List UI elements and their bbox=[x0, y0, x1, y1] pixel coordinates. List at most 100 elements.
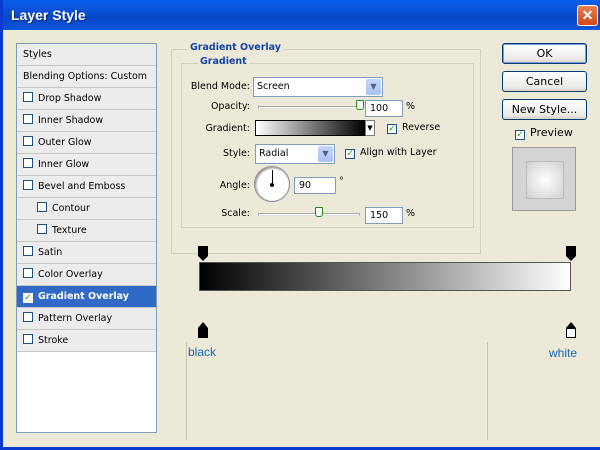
checkbox-icon[interactable] bbox=[23, 114, 33, 124]
preview-check-icon: ✓ bbox=[515, 130, 525, 140]
color-stop-black-swatch bbox=[198, 328, 208, 338]
ok-button[interactable]: OK bbox=[502, 43, 587, 64]
style-value: Radial bbox=[259, 148, 289, 159]
style-item-pattern-overlay[interactable]: Pattern Overlay bbox=[17, 308, 156, 330]
scale-slider-thumb[interactable] bbox=[315, 207, 324, 217]
checkbox-icon[interactable] bbox=[23, 158, 33, 168]
opacity-stop-left-pointer bbox=[198, 256, 208, 261]
angle-center-dot bbox=[270, 183, 274, 187]
style-item-inner-shadow[interactable]: Inner Shadow bbox=[17, 110, 156, 132]
style-item-drop-shadow[interactable]: Drop Shadow bbox=[17, 88, 156, 110]
reverse-check-icon: ✓ bbox=[387, 124, 397, 134]
opacity-label: Opacity: bbox=[210, 101, 250, 112]
chevron-down-icon: ▼ bbox=[318, 146, 333, 162]
style-item-label: Stroke bbox=[38, 335, 69, 346]
checkbox-icon[interactable] bbox=[37, 224, 47, 234]
color-stop-white[interactable] bbox=[566, 322, 576, 340]
style-item-label: Satin bbox=[38, 247, 63, 258]
style-item-label: Outer Glow bbox=[38, 137, 92, 148]
angle-label: Angle: bbox=[219, 180, 250, 191]
style-item-gradient-overlay[interactable]: ✓ Gradient Overlay bbox=[17, 286, 156, 308]
style-item-label: Gradient Overlay bbox=[38, 291, 129, 302]
align-with-layer-checkbox[interactable]: ✓ Align with Layer bbox=[345, 147, 437, 159]
cancel-button[interactable]: Cancel bbox=[502, 71, 587, 92]
opacity-stop-left-square bbox=[198, 246, 208, 256]
checkmark-icon[interactable]: ✓ bbox=[23, 293, 33, 303]
scale-unit: % bbox=[406, 208, 416, 219]
style-item-stroke[interactable]: Stroke bbox=[17, 330, 156, 352]
style-item-blending-options-custom[interactable]: Blending Options: Custom bbox=[17, 66, 156, 88]
checkbox-icon[interactable] bbox=[23, 268, 33, 278]
gradient-swatch[interactable] bbox=[255, 120, 365, 136]
opacity-stop-right-pointer bbox=[566, 256, 576, 261]
chevron-down-icon: ▼ bbox=[366, 79, 381, 95]
angle-dial[interactable] bbox=[254, 166, 290, 202]
checkbox-icon[interactable] bbox=[23, 246, 33, 256]
styles-header[interactable]: Styles bbox=[17, 44, 156, 66]
checkbox-icon[interactable] bbox=[23, 180, 33, 190]
align-with-layer-label: Align with Layer bbox=[360, 147, 437, 158]
style-item-label: Bevel and Emboss bbox=[38, 181, 126, 192]
preview-swatch bbox=[526, 161, 564, 199]
checkbox-icon[interactable] bbox=[23, 312, 33, 322]
reverse-checkbox[interactable]: ✓ Reverse bbox=[387, 122, 440, 134]
opacity-slider-thumb[interactable] bbox=[356, 100, 364, 110]
gradient-overlay-title: Gradient Overlay bbox=[188, 42, 283, 53]
opacity-stop-right[interactable] bbox=[566, 246, 576, 262]
divider-left bbox=[186, 342, 187, 440]
style-item-bevel-and-emboss[interactable]: Bevel and Emboss bbox=[17, 176, 156, 198]
angle-input[interactable]: 90 bbox=[294, 177, 336, 194]
divider-right bbox=[487, 342, 488, 440]
gradient-dropdown-icon[interactable]: ▼ bbox=[365, 120, 375, 136]
preview-label: Preview bbox=[530, 126, 573, 139]
opacity-slider-track[interactable] bbox=[258, 106, 360, 109]
style-item-inner-glow[interactable]: Inner Glow bbox=[17, 154, 156, 176]
dialog-client-area: Styles Blending Options: Custom Drop Shad… bbox=[6, 30, 600, 447]
gradient-label: Gradient: bbox=[205, 123, 250, 134]
style-item-texture[interactable]: Texture bbox=[17, 220, 156, 242]
blend-mode-label: Blend Mode: bbox=[190, 81, 250, 92]
align-check-icon: ✓ bbox=[345, 149, 355, 159]
opacity-input[interactable]: 100 bbox=[365, 100, 403, 117]
scale-slider-track[interactable] bbox=[258, 213, 360, 216]
blend-mode-value: Screen bbox=[257, 81, 290, 92]
blend-mode-select[interactable]: Screen ▼ bbox=[253, 77, 383, 97]
scale-input[interactable]: 150 bbox=[365, 207, 403, 224]
layer-style-dialog: Layer Style ✕ Styles Blending Options: C… bbox=[0, 0, 600, 450]
style-preview-thumbnail bbox=[512, 147, 576, 211]
style-item-label: Texture bbox=[52, 225, 87, 236]
style-item-satin[interactable]: Satin bbox=[17, 242, 156, 264]
scale-label: Scale: bbox=[221, 208, 250, 219]
black-stop-label: black bbox=[188, 345, 217, 359]
title-bar[interactable]: Layer Style ✕ bbox=[3, 0, 600, 30]
reverse-label: Reverse bbox=[402, 122, 441, 133]
style-item-outer-glow[interactable]: Outer Glow bbox=[17, 132, 156, 154]
close-icon[interactable]: ✕ bbox=[577, 5, 598, 26]
new-style-button[interactable]: New Style... bbox=[502, 99, 587, 120]
checkbox-icon[interactable] bbox=[23, 136, 33, 146]
styles-header-label: Styles bbox=[23, 49, 52, 60]
preview-checkbox[interactable]: ✓ Preview bbox=[515, 126, 573, 140]
opacity-stop-right-square bbox=[566, 246, 576, 256]
style-item-label: Blending Options: Custom bbox=[23, 71, 148, 82]
white-stop-label: white bbox=[549, 346, 578, 360]
style-item-label: Inner Shadow bbox=[38, 115, 104, 126]
color-stop-black[interactable] bbox=[198, 322, 208, 340]
checkbox-icon[interactable] bbox=[37, 202, 47, 212]
style-item-label: Pattern Overlay bbox=[38, 313, 113, 324]
opacity-stop-left[interactable] bbox=[198, 246, 208, 262]
style-select[interactable]: Radial ▼ bbox=[255, 144, 335, 164]
angle-unit: ° bbox=[339, 176, 344, 187]
style-label: Style: bbox=[222, 148, 250, 159]
styles-list: Styles Blending Options: Custom Drop Shad… bbox=[16, 43, 157, 433]
style-item-color-overlay[interactable]: Color Overlay bbox=[17, 264, 156, 286]
style-item-label: Inner Glow bbox=[38, 159, 90, 170]
style-item-label: Color Overlay bbox=[38, 269, 103, 280]
checkbox-icon[interactable] bbox=[23, 334, 33, 344]
gradient-preview-bar[interactable] bbox=[199, 262, 571, 291]
checkbox-icon[interactable] bbox=[23, 92, 33, 102]
opacity-unit: % bbox=[406, 101, 416, 112]
gradient-subgroup-title: Gradient bbox=[198, 56, 249, 67]
style-item-contour[interactable]: Contour bbox=[17, 198, 156, 220]
style-item-label: Contour bbox=[52, 203, 90, 214]
